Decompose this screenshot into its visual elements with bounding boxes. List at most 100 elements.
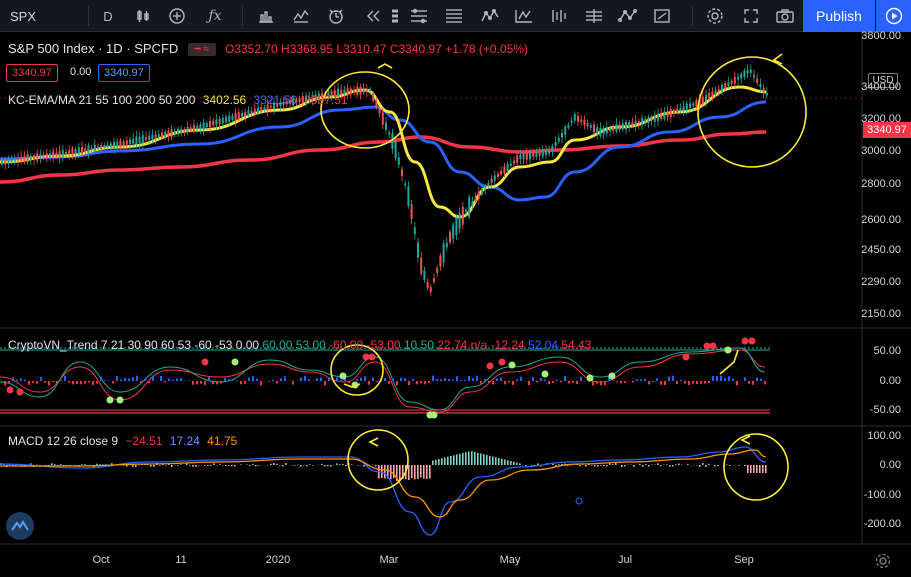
- crypto-hist-bar: [748, 381, 750, 384]
- crypto-hist-bar: [572, 381, 574, 383]
- crypto-indicator-name[interactable]: CryptoVN_Trend 7 21 30 90 60 53 -60 -53: [8, 338, 232, 352]
- macd-hist-bar: [435, 459, 437, 465]
- symbol-title[interactable]: S&P 500 Index · 1D · SPCFD: [8, 41, 178, 56]
- candle-body: [743, 70, 746, 78]
- crypto-signal-dot: [508, 361, 516, 369]
- macd-hist-bar: [738, 465, 740, 466]
- macd-hist-bar: [186, 463, 188, 465]
- time-axis-settings-icon[interactable]: [874, 552, 892, 570]
- macd-hist-bar: [519, 463, 521, 465]
- macd-hist-bar: [453, 455, 455, 465]
- candle-body: [737, 76, 739, 80]
- candle-body: [225, 116, 227, 123]
- macd-hist-bar: [657, 463, 659, 465]
- crypto-hist-bar: [640, 379, 642, 381]
- alert-icon[interactable]: [322, 0, 350, 32]
- crypto-hist-bar: [4, 381, 6, 386]
- candle-body: [397, 157, 400, 165]
- symbol-search[interactable]: SPX: [0, 0, 88, 32]
- crypto-hist-bar: [456, 376, 458, 381]
- crypto-hist-bar: [472, 378, 474, 381]
- macd-hist-bar: [327, 465, 329, 467]
- crypto-hist-bar: [616, 381, 618, 382]
- prediction-icon[interactable]: [510, 0, 538, 32]
- settings-icon[interactable]: [702, 0, 728, 32]
- macd-line-value: 17.24: [169, 434, 200, 448]
- macd-hist-bar: [423, 465, 425, 479]
- price-tick: 2600.00: [861, 214, 901, 226]
- bid-price-box[interactable]: 3340.97: [6, 64, 58, 82]
- candle-body: [685, 103, 688, 111]
- crypto-hist-bar: [440, 379, 442, 381]
- candle-body: [36, 153, 39, 161]
- macd-hist-bar: [615, 463, 617, 465]
- crypto-hist-bar: [756, 377, 758, 381]
- crypto-hist-bar: [424, 381, 426, 385]
- crypto-hist-bar: [16, 379, 18, 381]
- measure-icon[interactable]: [545, 0, 573, 32]
- candles-icon[interactable]: [130, 0, 156, 32]
- trend-line-icon[interactable]: [405, 0, 433, 32]
- pattern-icon[interactable]: [476, 0, 504, 32]
- macd-hist-bar: [219, 464, 221, 465]
- crypto-hist-bar: [204, 381, 206, 385]
- candle-body: [81, 146, 83, 154]
- candle-body: [660, 114, 663, 120]
- publish-button[interactable]: Publish: [803, 0, 875, 32]
- chart-canvas[interactable]: [0, 32, 911, 577]
- macd-hist-bar: [195, 465, 197, 467]
- macd-hist-bar: [462, 453, 464, 465]
- long-position-icon[interactable]: [580, 0, 608, 32]
- fib-icon[interactable]: [440, 0, 468, 32]
- candle-body: [465, 209, 467, 212]
- time-label: May: [499, 554, 521, 566]
- macd-tick: 100.00: [867, 430, 901, 442]
- macd-indicator-name[interactable]: MACD 12 26 close 9: [8, 434, 118, 448]
- legend-eye-icon[interactable]: ━ ≈: [187, 43, 216, 57]
- brush-icon[interactable]: [648, 0, 676, 32]
- candle-body: [244, 111, 247, 117]
- main-legend: S&P 500 Index · 1D · SPCFD ━ ≈ O3352.70 …: [8, 41, 528, 57]
- low-value: L3310.47: [336, 42, 387, 56]
- macd-hist-bar: [426, 465, 428, 480]
- chart-area[interactable]: S&P 500 Index · 1D · SPCFD ━ ≈ O3352.70 …: [0, 30, 911, 577]
- xabcd-icon[interactable]: [614, 0, 642, 32]
- crypto-hist-bar: [152, 375, 154, 381]
- replay-icon[interactable]: [360, 0, 386, 32]
- interval-button[interactable]: D: [95, 0, 121, 32]
- crypto-value: 0.00: [235, 338, 260, 352]
- crypto-hist-bar: [120, 379, 122, 381]
- candle-body: [100, 145, 103, 150]
- compare-icon[interactable]: [288, 0, 314, 32]
- macd-hist-bar: [756, 465, 758, 473]
- templates-icon[interactable]: [253, 0, 279, 32]
- crypto-hist-bar: [276, 381, 278, 384]
- macd-hist-bar: [687, 463, 689, 465]
- macd-hist-bar: [255, 465, 257, 467]
- play-icon[interactable]: [876, 0, 911, 32]
- price-tick: 2150.00: [861, 308, 901, 320]
- indicators-icon[interactable]: ƒx: [198, 0, 232, 32]
- drag-handle-icon[interactable]: [390, 0, 400, 32]
- ask-price-box[interactable]: 3340.97: [98, 64, 150, 82]
- ma-indicator-name[interactable]: KC-EMA/MA 21 55 100 200 50 200: [8, 93, 195, 107]
- snapshot-icon[interactable]: [772, 0, 798, 32]
- candle-body: [161, 132, 163, 138]
- crypto-hist-bar: [648, 381, 650, 385]
- macd-hist-bar: [294, 465, 296, 466]
- candle-body: [349, 88, 352, 95]
- macd-hist-bar: [444, 457, 446, 465]
- fullscreen-icon[interactable]: [738, 0, 764, 32]
- candle-body: [177, 128, 179, 135]
- candle-body: [621, 123, 624, 130]
- crypto-hist-bar: [600, 381, 602, 386]
- crypto-hist-bar: [692, 381, 694, 384]
- macd-marker: [575, 497, 583, 505]
- add-icon[interactable]: [164, 0, 190, 32]
- macd-hist-bar: [135, 465, 137, 467]
- macd-hist-bar: [273, 463, 275, 465]
- tradingview-logo[interactable]: [6, 512, 34, 540]
- macd-hist-bar: [480, 453, 482, 465]
- price-tick: 2450.00: [861, 244, 901, 256]
- macd-hist-bar: [483, 454, 485, 465]
